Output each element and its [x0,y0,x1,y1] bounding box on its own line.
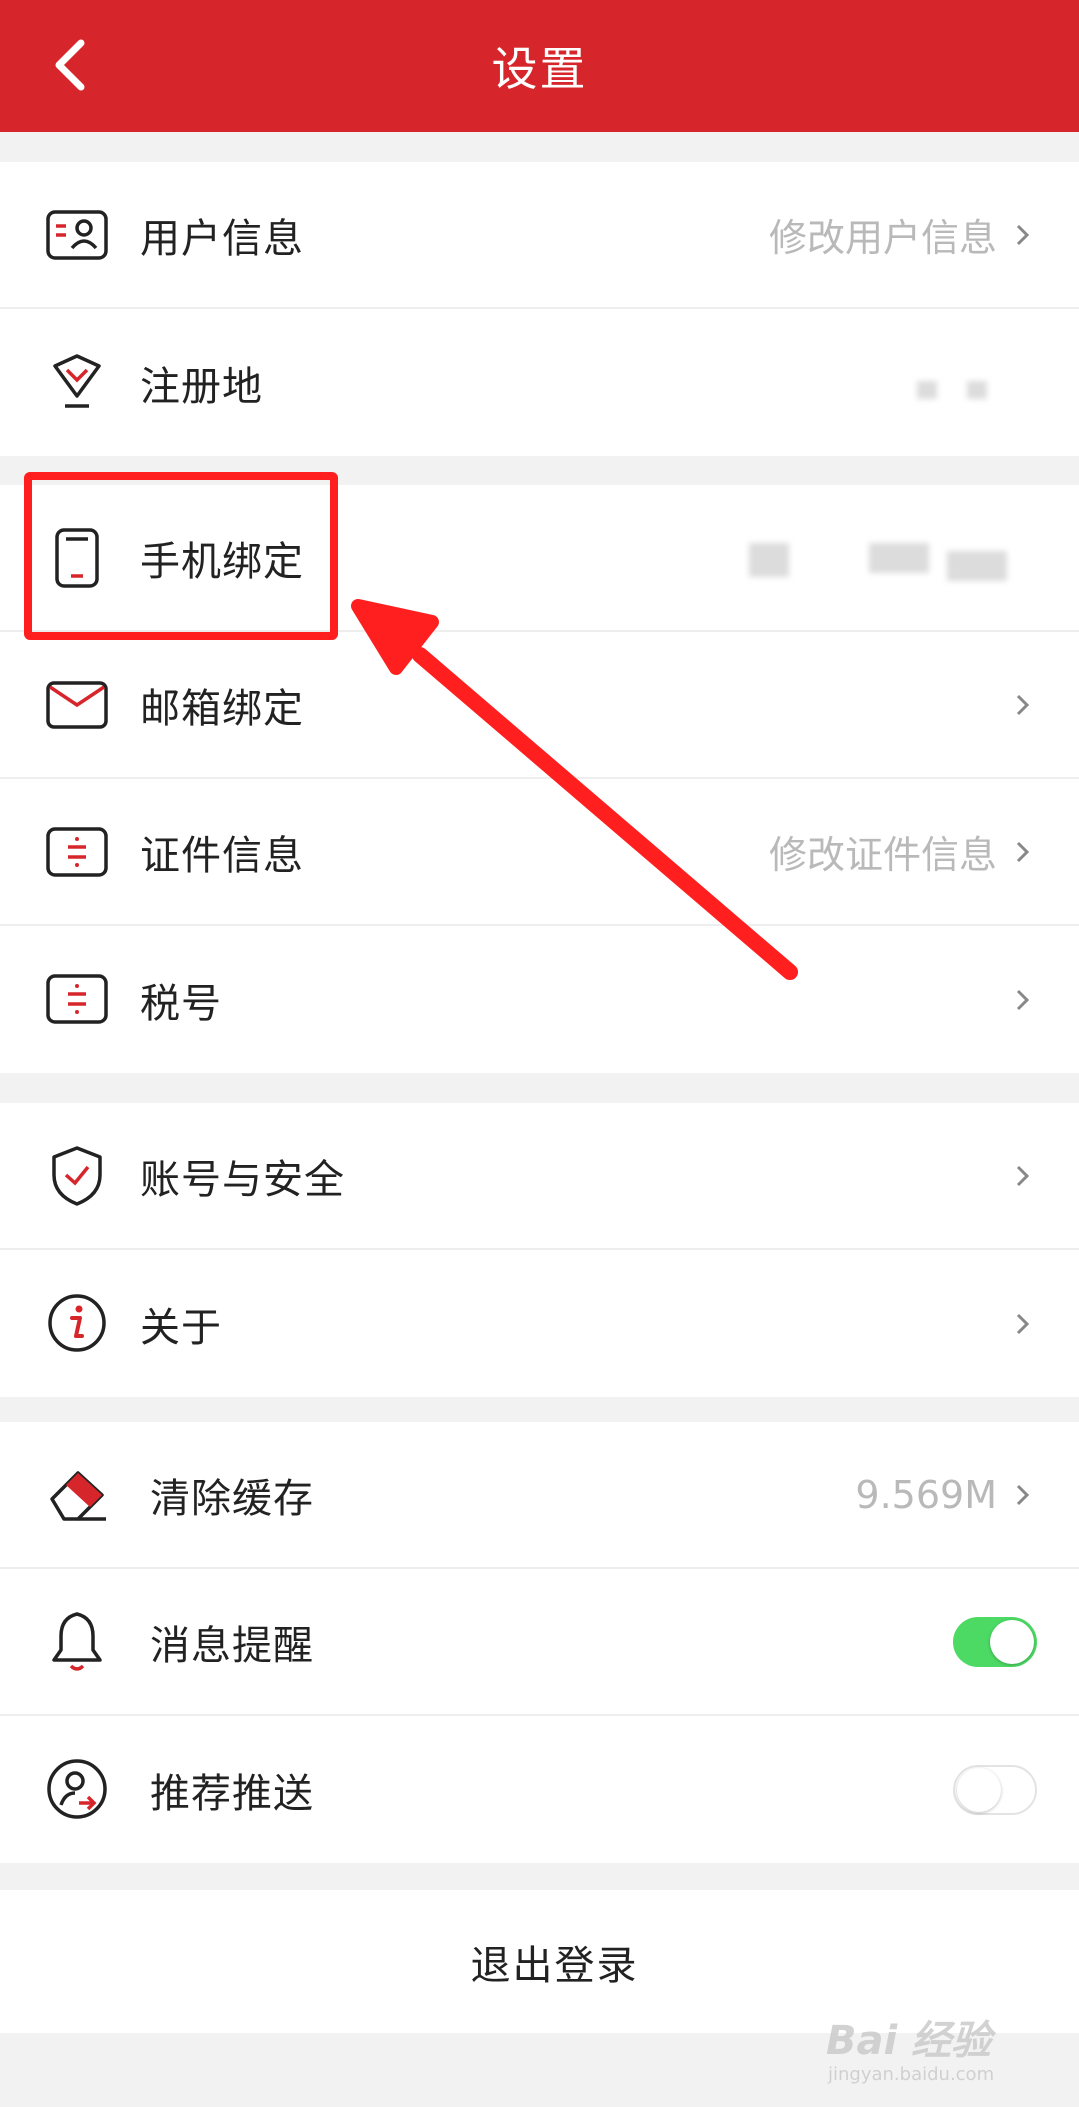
row-clear-cache[interactable]: 清除缓存 9.569M [0,1422,1079,1569]
row-label: 关于 [140,1304,222,1351]
shield-check-icon [44,1143,110,1209]
redacted-value [869,543,929,573]
mail-icon [44,672,110,738]
chevron-left-icon [55,39,85,91]
row-recommend-push: 推荐推送 [0,1716,1079,1863]
row-value: 修改证件信息 [768,833,997,877]
chevron-right-icon [1011,1164,1035,1188]
row-label: 注册地 [140,363,263,410]
settings-group-account: 账号与安全 关于 [0,1103,1079,1397]
row-label: 账号与安全 [140,1156,345,1203]
row-email-binding[interactable]: 邮箱绑定 [0,632,1079,779]
row-message-reminder: 消息提醒 [0,1569,1079,1716]
row-id-info[interactable]: 证件信息 修改证件信息 [0,779,1079,926]
row-label: 证件信息 [140,832,304,879]
location-diamond-icon [44,349,110,415]
logout-label: 退出登录 [470,1942,639,1989]
row-account-security[interactable]: 账号与安全 [0,1103,1079,1250]
eraser-icon [44,1462,110,1528]
chevron-right-icon [1011,223,1035,247]
watermark-logo: Bai 经验 [826,2018,992,2064]
row-about[interactable]: 关于 [0,1250,1079,1397]
row-label: 税号 [140,980,222,1027]
row-registration-place[interactable]: 注册地 [0,309,1079,456]
row-label: 清除缓存 [150,1475,314,1522]
row-value: 修改用户信息 [768,216,997,260]
row-user-info[interactable]: 用户信息 修改用户信息 [0,162,1079,309]
settings-group-profile: 用户信息 修改用户信息 注册地 [0,162,1079,456]
user-card-icon [44,202,110,268]
chevron-right-icon [1011,1312,1035,1336]
top-bar: 设置 [0,0,1079,132]
watermark: Bai 经验 jingyan.baidu.com [826,2008,1066,2098]
toggle-knob [957,1767,1001,1812]
chevron-right-icon [1011,840,1035,864]
row-value: 9.569M [855,1472,997,1517]
annotation-highlight-box [24,472,338,640]
row-label: 用户信息 [140,215,304,262]
toggle-knob [990,1619,1034,1664]
chevron-right-icon [1011,1483,1035,1507]
recommend-push-icon [44,1756,110,1822]
watermark-url: jingyan.baidu.com [828,2064,995,2085]
back-button[interactable] [36,30,106,100]
redacted-value [749,543,789,577]
settings-group-misc: 清除缓存 9.569M 消息提醒 推荐推送 [0,1422,1079,1863]
row-label: 推荐推送 [150,1770,314,1817]
chevron-right-icon [1011,693,1035,717]
redacted-value [917,381,937,399]
message-reminder-toggle[interactable] [953,1616,1037,1667]
page-title: 设置 [491,42,588,96]
row-label: 消息提醒 [150,1622,314,1669]
row-label: 邮箱绑定 [140,685,304,732]
redacted-value [967,381,987,399]
bell-icon [44,1609,110,1675]
chevron-right-icon [1011,988,1035,1012]
id-document-icon [44,819,110,885]
row-tax-number[interactable]: 税号 [0,926,1079,1073]
redacted-value [947,551,1007,581]
recommend-push-toggle[interactable] [953,1764,1037,1815]
info-icon [44,1290,110,1356]
tax-document-icon [44,966,110,1032]
